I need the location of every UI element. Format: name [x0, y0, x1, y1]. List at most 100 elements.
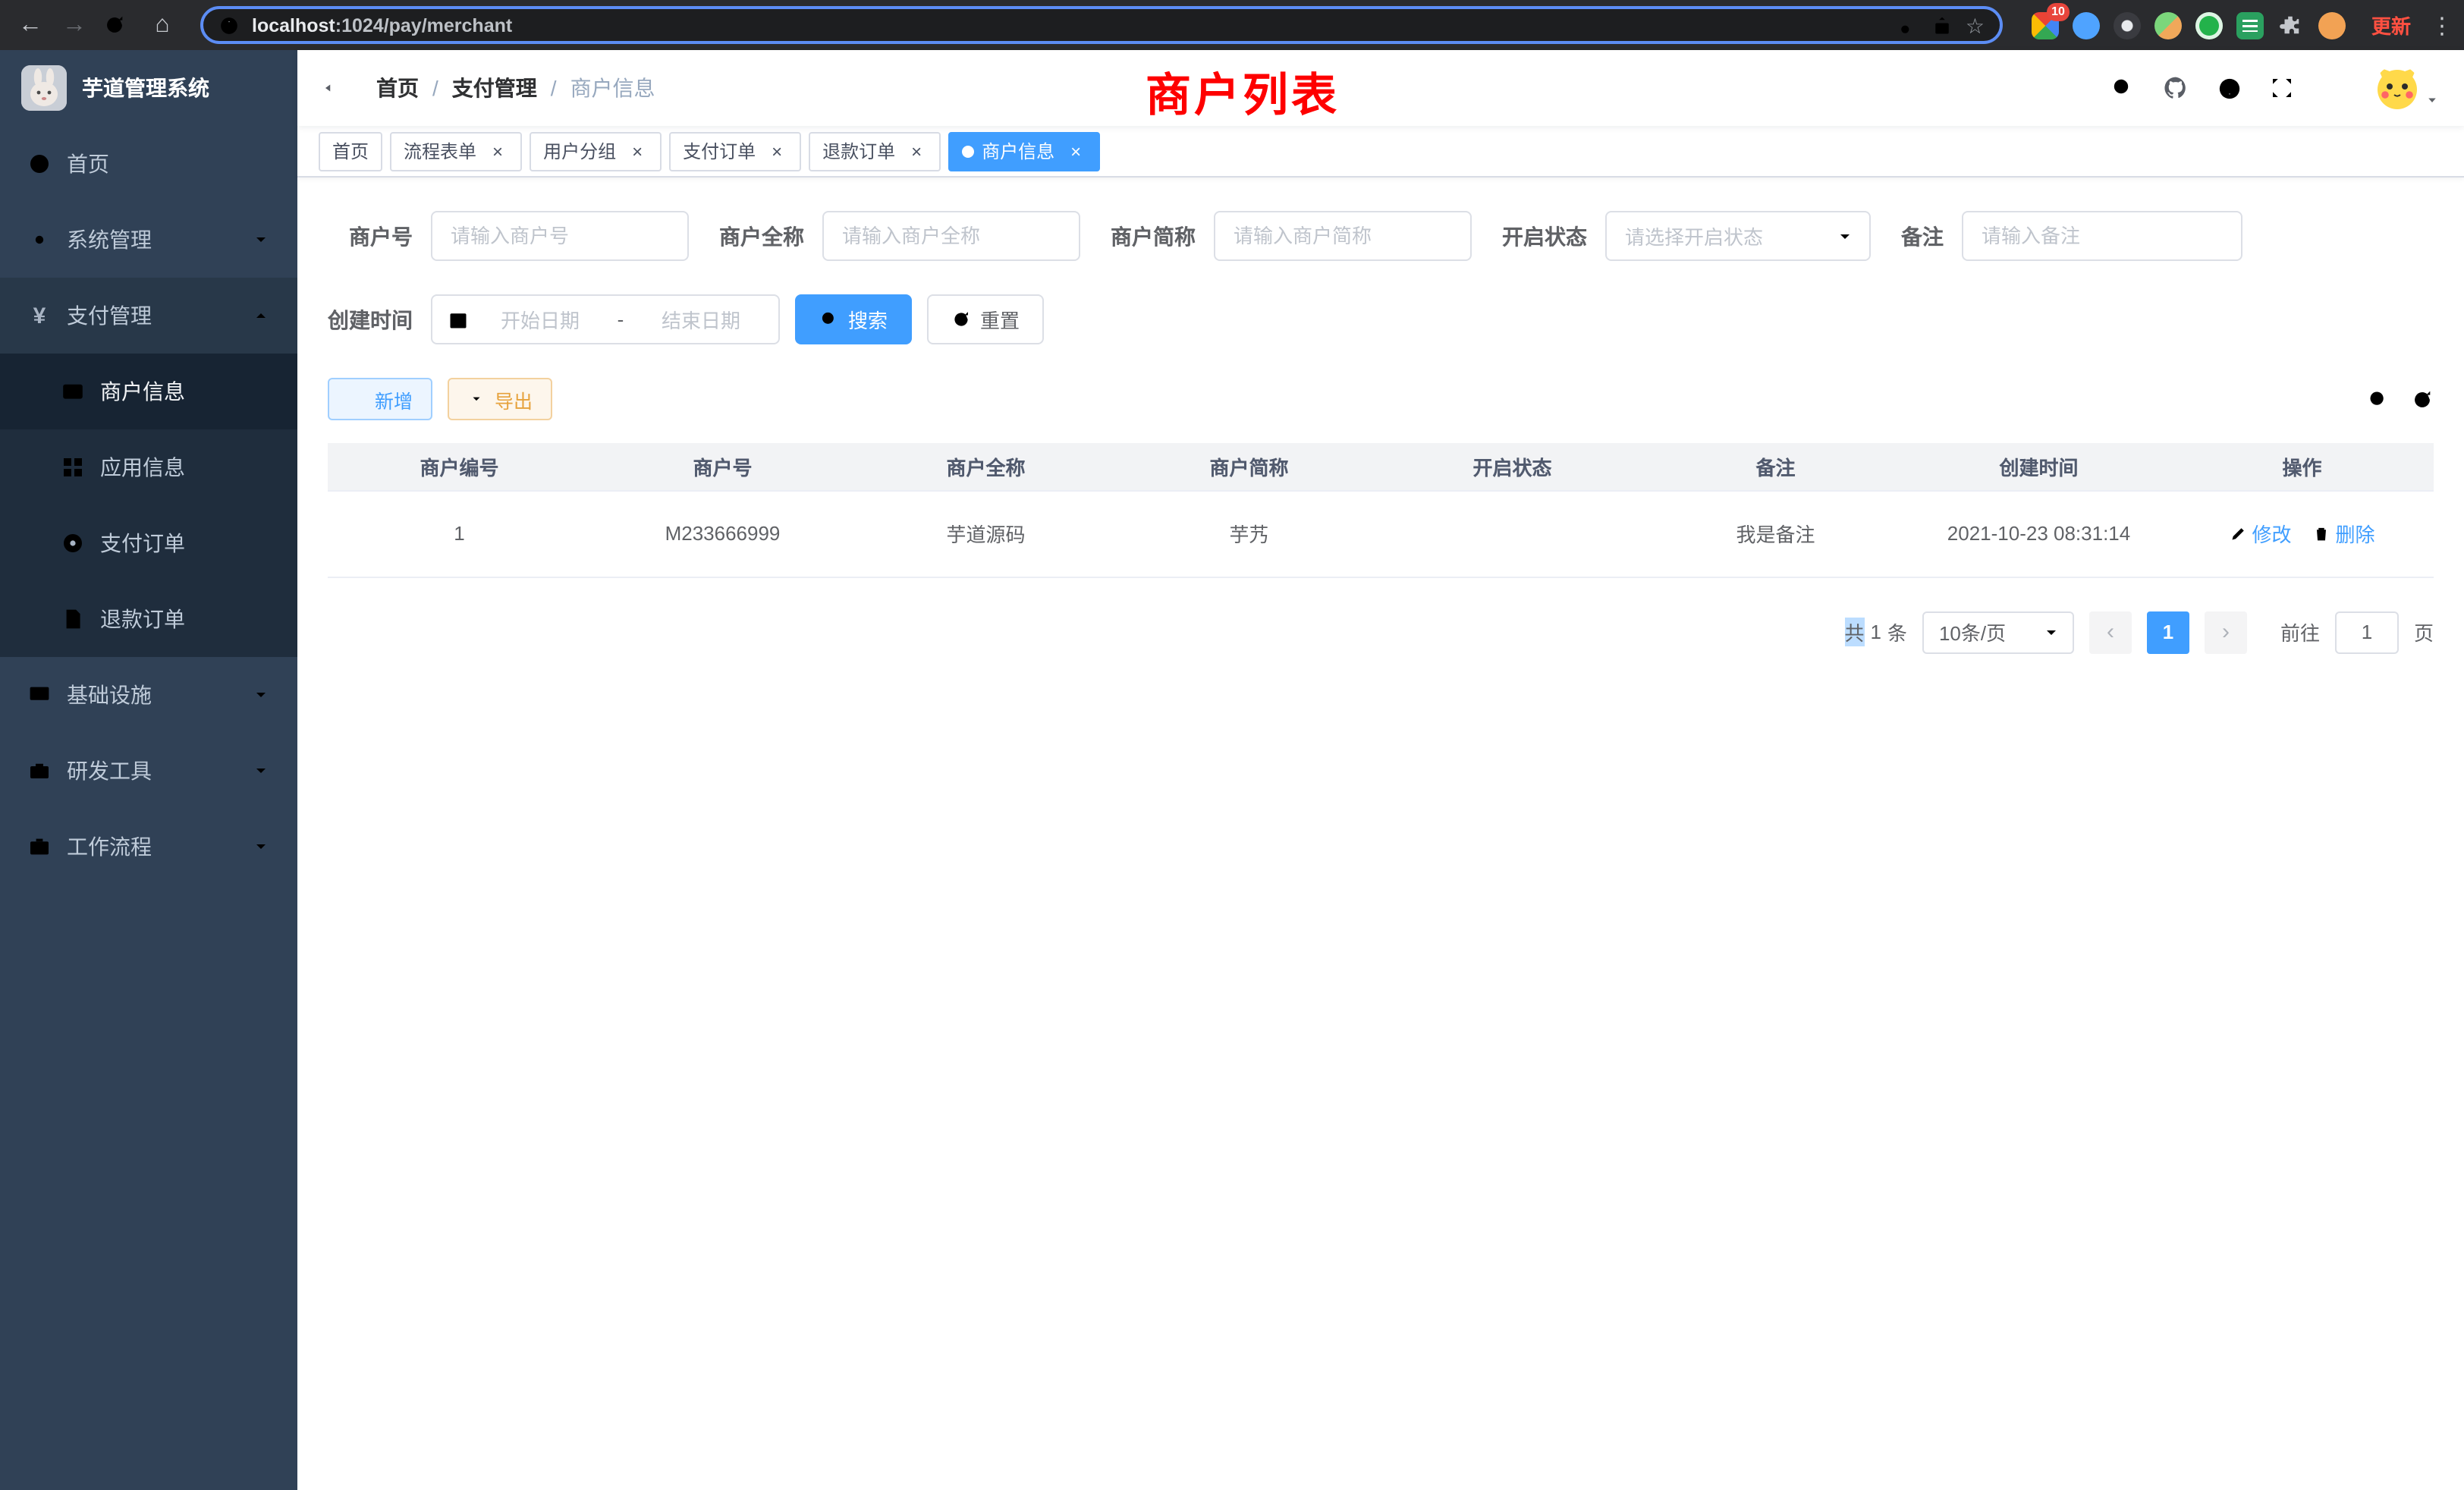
address-bar[interactable]: localhost:1024/pay/merchant ☆ — [200, 6, 2003, 44]
breadcrumb-separator: / — [432, 76, 438, 100]
browser-refresh-button[interactable] — [103, 14, 134, 36]
reset-button[interactable]: 重置 — [927, 294, 1044, 344]
fullscreen-icon[interactable] — [2270, 76, 2294, 100]
current-page-button[interactable]: 1 — [2147, 611, 2189, 653]
close-icon[interactable]: × — [627, 140, 648, 162]
extension-blue-icon[interactable] — [2073, 11, 2100, 39]
cell-short-name: 芋艿 — [1117, 490, 1381, 577]
browser-back-button[interactable]: ← — [15, 13, 46, 37]
download-icon — [467, 390, 486, 408]
extension-avatar-icon[interactable] — [2154, 11, 2182, 39]
page-unit-label: 页 — [2414, 618, 2434, 646]
browser-forward-button[interactable]: → — [59, 13, 90, 37]
github-icon[interactable] — [2162, 74, 2189, 102]
extension-green-icon[interactable] — [2195, 11, 2223, 39]
chevron-up-icon — [252, 306, 270, 325]
breadcrumb-home[interactable]: 首页 — [376, 73, 419, 103]
sidebar-item-label: 应用信息 — [100, 452, 185, 483]
sidebar-item-app-info[interactable]: 应用信息 — [0, 429, 297, 505]
column-create-time: 创建时间 — [1907, 443, 2170, 490]
font-size-icon[interactable] — [2321, 75, 2347, 101]
add-button-label: 新增 — [375, 385, 413, 413]
close-icon[interactable]: × — [1065, 140, 1086, 162]
sidebar-item-infrastructure[interactable]: 基础设施 — [0, 657, 297, 733]
goto-page-input[interactable] — [2335, 611, 2399, 653]
browser-update-button[interactable]: 更新 — [2371, 11, 2411, 39]
total-prefix: 共 — [1844, 618, 1864, 646]
close-icon[interactable]: × — [487, 140, 508, 162]
create-time-label: 创建时间 — [328, 304, 413, 335]
help-icon[interactable] — [2217, 75, 2242, 101]
pagination: 共 1 条 10条/页 ‹ 1 › 前往 页 — [328, 611, 2434, 653]
tab-user-group[interactable]: 用户分组× — [530, 131, 662, 171]
password-key-icon[interactable] — [1899, 14, 1920, 36]
yen-icon: ¥ — [27, 303, 52, 328]
create-time-range-picker[interactable]: 开始日期 - 结束日期 — [431, 294, 780, 344]
full-name-input[interactable] — [822, 211, 1080, 261]
user-menu[interactable] — [2374, 65, 2440, 111]
table-row: 1 M233666999 芋道源码 芋艿 我是备注 2021-10-23 08:… — [328, 490, 2434, 577]
tab-label: 流程表单 — [404, 138, 476, 164]
logo[interactable]: 芋道管理系统 — [0, 50, 297, 126]
sidebar-item-refund-orders[interactable]: 退款订单 — [0, 581, 297, 657]
pagination-total: 共 1 条 — [1844, 618, 1907, 646]
sidebar-item-system[interactable]: 系统管理 — [0, 202, 297, 278]
add-button[interactable]: 新增 — [328, 378, 432, 420]
merchant-no-input[interactable] — [431, 211, 689, 261]
export-button[interactable]: 导出 — [448, 378, 552, 420]
prev-page-button[interactable]: ‹ — [2089, 611, 2132, 653]
remark-input[interactable] — [1962, 211, 2242, 261]
merchant-table: 商户编号 商户号 商户全称 商户简称 开启状态 备注 创建时间 操作 1 — [328, 443, 2434, 577]
cell-remark: 我是备注 — [1644, 490, 1907, 577]
extension-apps-icon[interactable]: 10 — [2032, 11, 2059, 39]
avatar[interactable] — [2374, 65, 2420, 111]
tab-pay-orders[interactable]: 支付订单 × — [669, 131, 801, 171]
site-info-icon[interactable] — [218, 14, 240, 36]
short-name-label: 商户简称 — [1111, 221, 1196, 251]
edit-link[interactable]: 修改 — [2229, 519, 2291, 548]
status-select[interactable]: 请选择开启状态 — [1605, 211, 1871, 261]
end-date-placeholder: 结束日期 — [639, 305, 763, 334]
sidebar-item-label: 商户信息 — [100, 376, 185, 407]
logo-image — [21, 65, 67, 111]
search-button[interactable]: 搜索 — [795, 294, 912, 344]
column-merchant-id: 商户编号 — [328, 443, 591, 490]
chevron-down-icon — [252, 686, 270, 704]
delete-link[interactable]: 删除 — [2313, 519, 2375, 548]
sidebar-toggle-icon[interactable] — [322, 74, 349, 102]
toggle-search-icon[interactable] — [2367, 388, 2390, 410]
tab-process-form[interactable]: 流程表单 × — [390, 131, 522, 171]
short-name-input[interactable] — [1214, 211, 1472, 261]
sidebar-item-label: 工作流程 — [67, 831, 152, 862]
breadcrumb-payment[interactable]: 支付管理 — [452, 73, 537, 103]
share-icon[interactable] — [1932, 14, 1953, 36]
next-page-button[interactable]: › — [2205, 611, 2247, 653]
search-icon[interactable] — [2110, 76, 2135, 100]
sidebar-item-merchant-info[interactable]: 商户信息 — [0, 354, 297, 429]
tab-refund-orders[interactable]: 退款订单× — [809, 131, 941, 171]
profile-avatar-icon[interactable] — [2318, 11, 2346, 39]
sidebar-item-workflow[interactable]: 工作流程 — [0, 809, 297, 885]
sidebar-item-payment[interactable]: ¥ 支付管理 — [0, 278, 297, 354]
close-icon[interactable]: × — [766, 140, 787, 162]
browser-home-button[interactable]: ⌂ — [147, 13, 178, 37]
close-icon[interactable]: × — [906, 140, 927, 162]
refresh-table-icon[interactable] — [2411, 388, 2434, 410]
sidebar-item-label: 研发工具 — [67, 756, 152, 786]
tab-home[interactable]: 首页 — [319, 131, 382, 171]
sidebar-item-pay-orders[interactable]: 支付订单 — [0, 505, 297, 581]
caret-down-icon — [2425, 93, 2440, 108]
tab-label: 支付订单 — [683, 138, 756, 164]
page-size-select[interactable]: 10条/页 — [1922, 611, 2074, 653]
bookmark-star-icon[interactable]: ☆ — [1966, 14, 1985, 36]
browser-menu-button[interactable]: ⋮ — [2431, 11, 2449, 39]
sidebar-item-home[interactable]: 首页 — [0, 126, 297, 202]
extension-docs-icon[interactable] — [2236, 11, 2264, 39]
extension-dark-icon[interactable] — [2114, 11, 2141, 39]
column-full-name: 商户全称 — [854, 443, 1117, 490]
tab-merchant-info[interactable]: 商户信息× — [948, 131, 1100, 171]
extensions-puzzle-icon[interactable] — [2277, 11, 2305, 39]
full-name-label: 商户全称 — [719, 221, 804, 251]
sidebar: 芋道管理系统 首页 系统管理 ¥ 支付管理 — [0, 50, 297, 1490]
sidebar-item-devtools[interactable]: 研发工具 — [0, 733, 297, 809]
